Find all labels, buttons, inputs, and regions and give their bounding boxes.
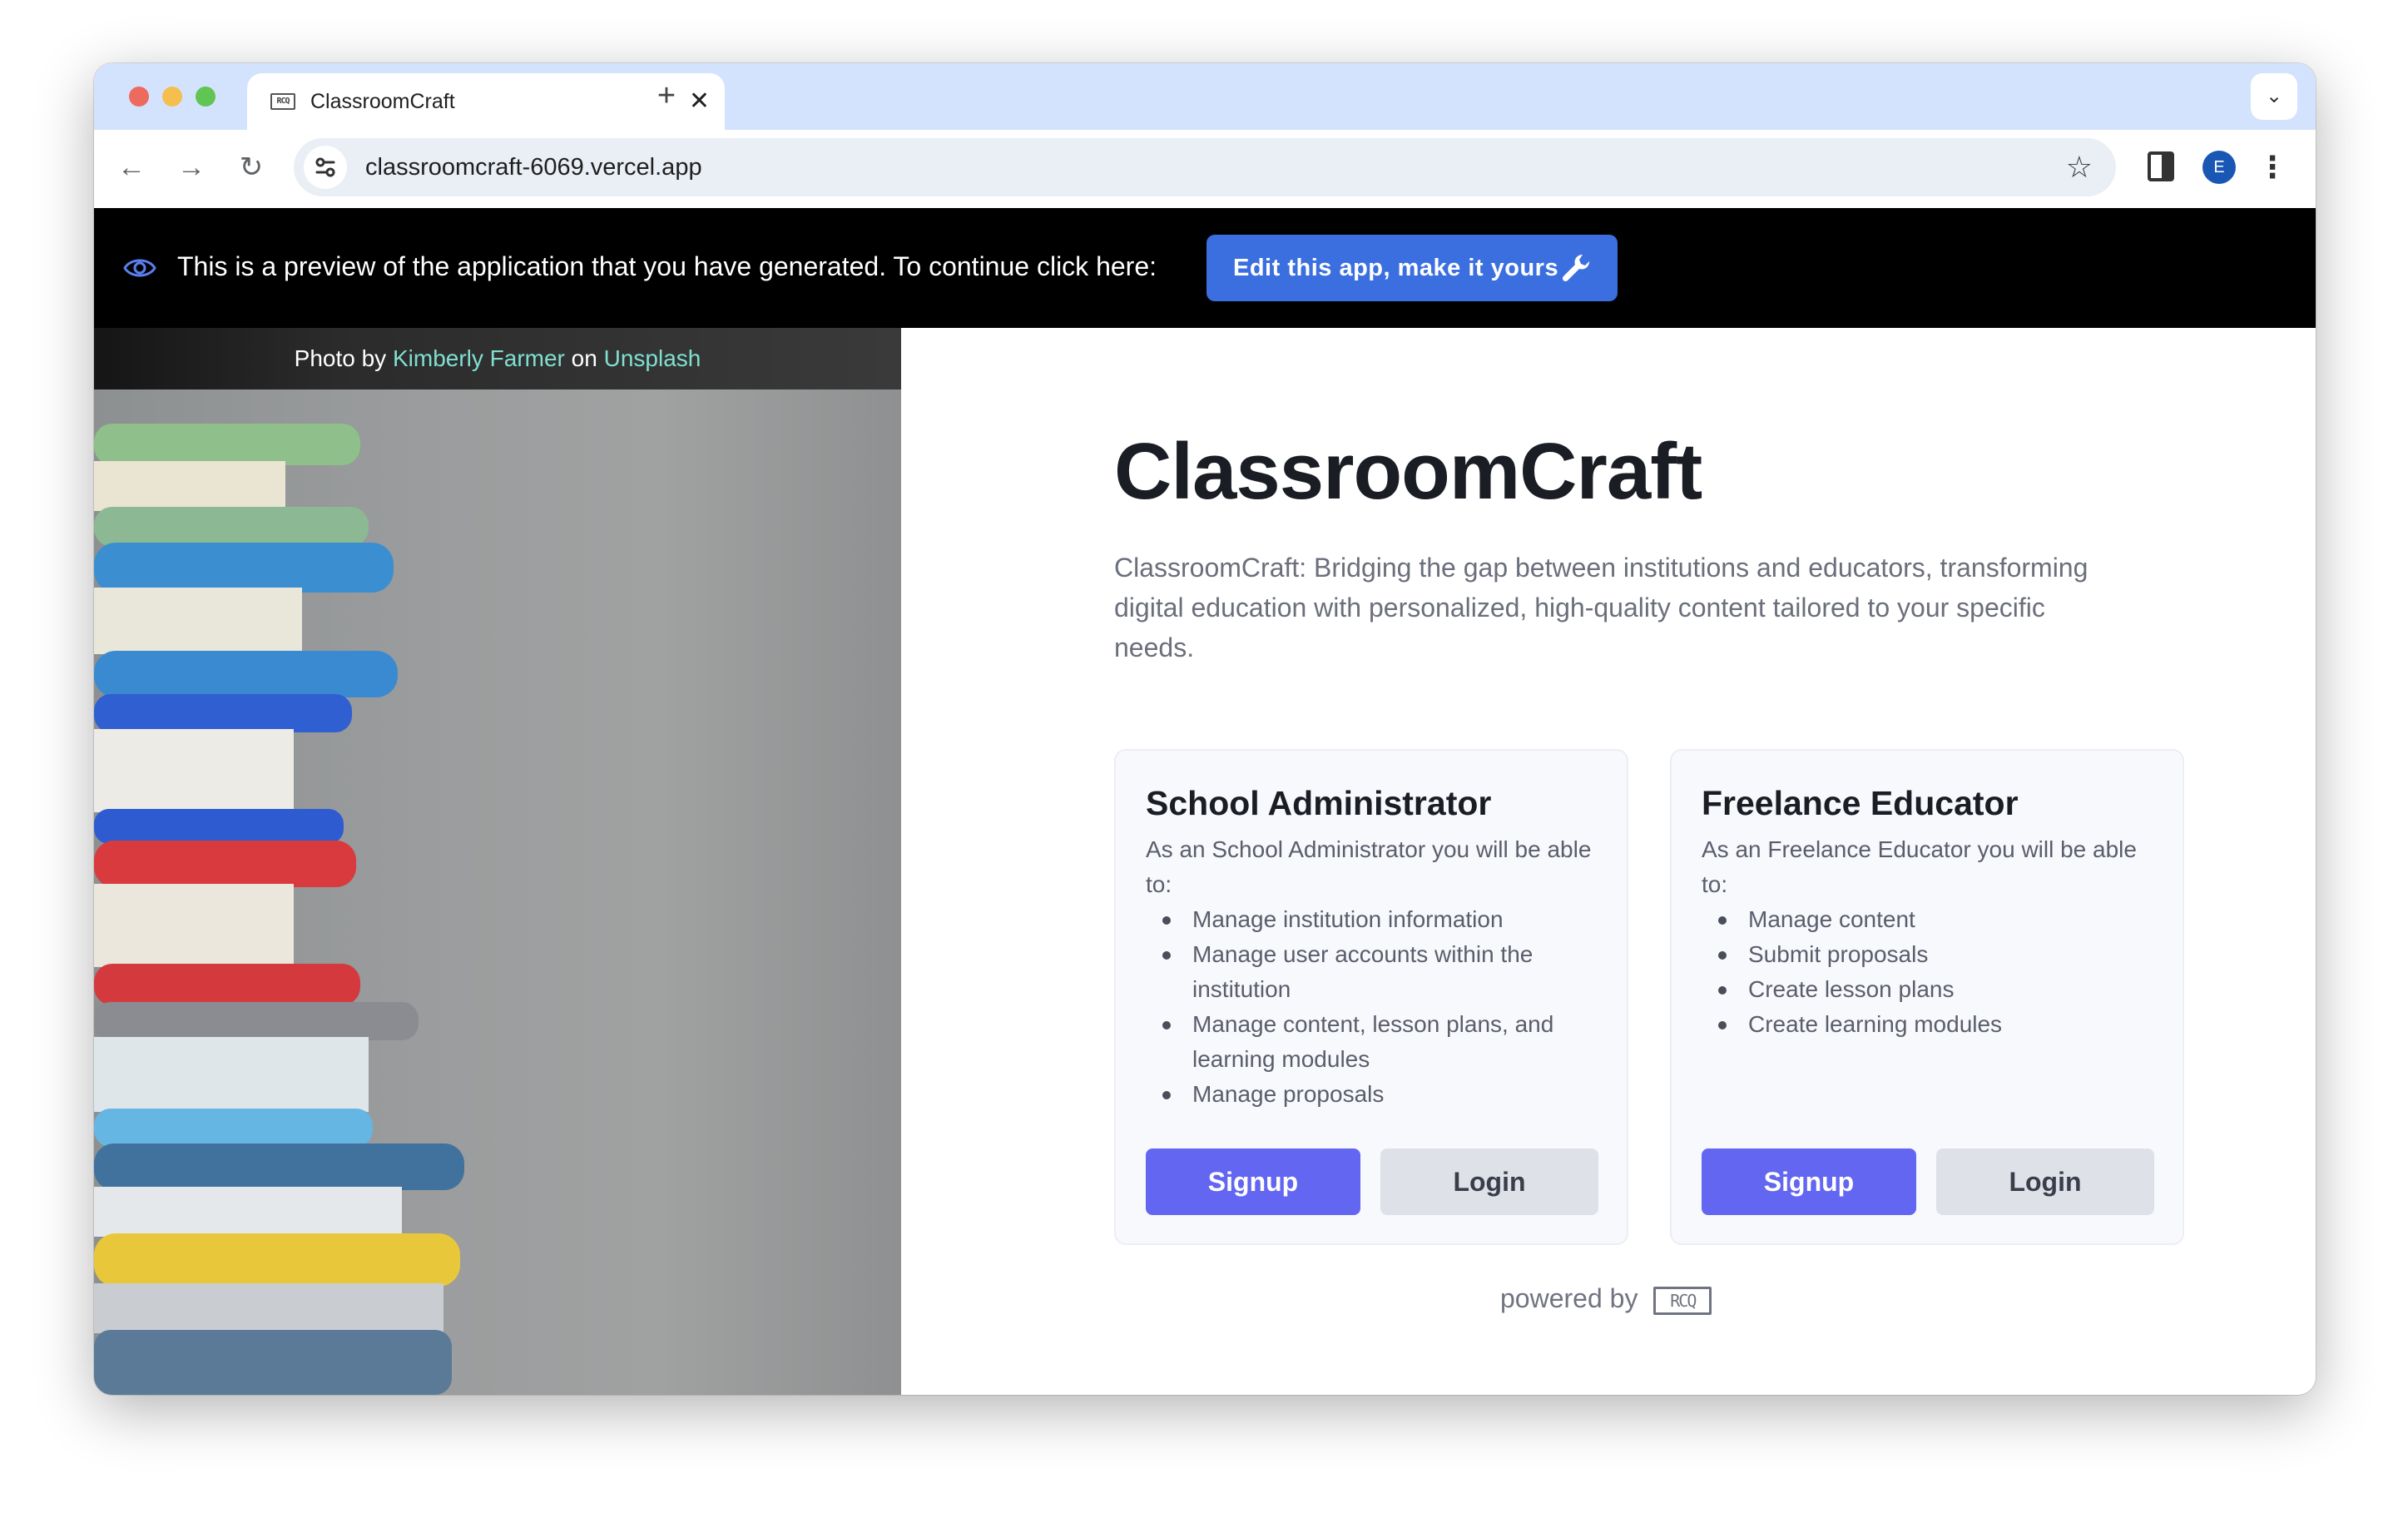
browser-window: RCQ ClassroomCraft ✕ + ⌄ ← → ↻ classroom…	[94, 63, 2316, 1395]
list-item: Manage user accounts within the institut…	[1146, 937, 1603, 1007]
preview-banner-text: This is a preview of the application tha…	[177, 251, 1157, 281]
list-item: Manage content, lesson plans, and learni…	[1146, 1007, 1603, 1077]
card-description: As an Freelance Educator you will be abl…	[1702, 836, 2137, 897]
educator-signup-button[interactable]: Signup	[1702, 1148, 1916, 1215]
browser-toolbar: ← → ↻ classroomcraft-6069.vercel.app ☆ E…	[94, 130, 2316, 208]
bookmark-star-icon[interactable]: ☆	[2066, 148, 2093, 186]
school-administrator-card: School Administrator As an School Admini…	[1114, 749, 1628, 1245]
minimize-window-button[interactable]	[162, 87, 182, 107]
freelance-educator-card: Freelance Educator As an Freelance Educa…	[1670, 749, 2184, 1245]
rcq-logo-icon[interactable]: RCQ	[1653, 1286, 1712, 1315]
permissions-list: Manage institution information Manage us…	[1146, 902, 1603, 1112]
page-subtitle: ClassroomCraft: Bridging the gap between…	[1114, 553, 2088, 662]
profile-avatar[interactable]: E	[2202, 151, 2236, 184]
reload-icon[interactable]: ↻	[230, 146, 272, 188]
forward-arrow-icon[interactable]: →	[171, 146, 212, 188]
card-title: School Administrator	[1146, 784, 1492, 822]
list-item: Manage institution information	[1146, 902, 1603, 937]
new-tab-button[interactable]: +	[643, 73, 690, 120]
list-item: Submit proposals	[1702, 937, 2159, 972]
side-panel-icon[interactable]	[2148, 151, 2174, 181]
card-description: As an School Administrator you will be a…	[1146, 836, 1592, 897]
site-settings-icon[interactable]	[304, 146, 347, 189]
browser-menu-icon[interactable]: ⋮	[2257, 145, 2287, 190]
tab-strip: RCQ ClassroomCraft ✕ + ⌄	[94, 63, 2316, 130]
maximize-window-button[interactable]	[196, 87, 216, 107]
books-photo: Photo by Kimberly Farmer on Unsplash	[94, 328, 901, 1395]
edit-app-button-label: Edit this app, make it yours	[1233, 255, 1559, 281]
edit-app-button[interactable]: Edit this app, make it yours	[1206, 235, 1618, 301]
close-window-button[interactable]	[129, 87, 149, 107]
address-bar[interactable]: classroomcraft-6069.vercel.app ☆	[294, 138, 2116, 196]
permissions-list: Manage content Submit proposals Create l…	[1702, 902, 2159, 1042]
list-item: Manage proposals	[1146, 1077, 1603, 1112]
photo-credit-middle: on	[571, 345, 597, 371]
eye-icon	[123, 259, 156, 277]
favicon-icon: RCQ	[270, 93, 295, 110]
list-item: Manage content	[1702, 902, 2159, 937]
unsplash-link[interactable]: Unsplash	[604, 345, 701, 371]
educator-login-button[interactable]: Login	[1936, 1148, 2154, 1215]
wrench-icon	[1562, 254, 1590, 282]
tab-close-icon[interactable]: ✕	[689, 85, 710, 118]
admin-login-button[interactable]: Login	[1380, 1148, 1598, 1215]
stacked-books-image	[94, 424, 464, 1395]
card-title: Freelance Educator	[1702, 784, 2019, 822]
photo-credit-prefix: Photo by	[294, 345, 387, 371]
photo-author-link[interactable]: Kimberly Farmer	[393, 345, 565, 371]
list-item: Create lesson plans	[1702, 972, 2159, 1007]
preview-banner: This is a preview of the application tha…	[94, 208, 2316, 328]
list-item: Create learning modules	[1702, 1007, 2159, 1042]
tab-title: ClassroomCraft	[310, 90, 455, 113]
admin-signup-button[interactable]: Signup	[1146, 1148, 1360, 1215]
back-arrow-icon[interactable]: ←	[111, 146, 152, 188]
main-content: ClassroomCraft ClassroomCraft: Bridging …	[901, 328, 2316, 1395]
powered-by-text: powered by	[1500, 1283, 1638, 1313]
photo-credit: Photo by Kimberly Farmer on Unsplash	[94, 328, 901, 389]
url-text[interactable]: classroomcraft-6069.vercel.app	[365, 154, 702, 181]
tab-search-chevron-icon[interactable]: ⌄	[2251, 73, 2297, 120]
powered-by: powered by RCQ	[1500, 1283, 1712, 1315]
page-title: ClassroomCraft	[1114, 427, 1702, 516]
